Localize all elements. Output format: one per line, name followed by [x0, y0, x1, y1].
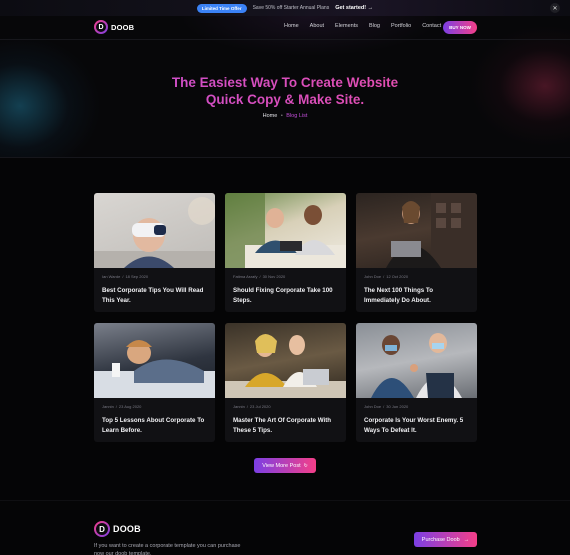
blog-thumbnail[interactable] [94, 323, 215, 398]
post-date: 23 Jul 2020 [249, 404, 271, 409]
blog-thumbnail[interactable] [225, 193, 346, 268]
post-title[interactable]: Best Corporate Tips You Will Read This Y… [102, 286, 207, 305]
purchase-button[interactable]: Purchase Doob → [414, 532, 477, 547]
main-nav: D DOOB Home About Elements Blog Portfoli… [0, 16, 570, 40]
post-author[interactable]: Jannin [233, 404, 245, 409]
blog-card[interactable]: Jannin/23 Jul 2020 Master The Art Of Cor… [225, 323, 346, 442]
footer-logo[interactable]: D DOOB [94, 521, 141, 537]
title-line-2: Quick Copy & Make Site. [205, 92, 365, 107]
post-title[interactable]: Should Fixing Corporate Take 100 Steps. [233, 286, 338, 305]
post-title[interactable]: Top 5 Lessons About Corporate To Learn B… [102, 416, 207, 435]
logo-letter: D [96, 22, 106, 32]
post-meta: Jannin/23 Jul 2020 [233, 404, 271, 409]
blog-grid: Ian Warde/18 Sep 2020 Best Corporate Tip… [94, 193, 477, 442]
breadcrumb: Home • Blog List [0, 113, 570, 119]
post-author[interactable]: John Doe [364, 404, 381, 409]
refresh-icon: ↻ [303, 462, 308, 469]
post-date: 18 Sep 2020 [125, 274, 149, 279]
view-more-button[interactable]: View More Post ↻ [254, 458, 316, 473]
nav-item-home[interactable]: Home [284, 23, 299, 29]
breadcrumb-separator: • [280, 113, 283, 119]
view-more-label: View More Post [262, 462, 301, 469]
post-title[interactable]: Corporate Is Your Worst Enemy. 5 Ways To… [364, 416, 469, 435]
post-author[interactable]: John Doe [364, 274, 381, 279]
two-women-laptop-photo [225, 334, 346, 398]
masked-greeting-photo [371, 333, 462, 398]
offer-badge: Limited Time Offer [196, 3, 247, 13]
post-title[interactable]: Master The Art Of Corporate With These 5… [233, 416, 338, 435]
logo-text: DOOB [113, 524, 141, 534]
vr-headset-photo [94, 197, 215, 268]
post-author[interactable]: Fatima Asrafy [233, 274, 257, 279]
arrow-right-icon: → [367, 5, 374, 11]
hero-section: D DOOB Home About Elements Blog Portfoli… [0, 16, 570, 158]
announcement-bar: Limited Time Offer Save 50% off Starter … [0, 0, 570, 16]
woman-laptop-photo [386, 193, 477, 268]
blog-card[interactable]: Ian Warde/18 Sep 2020 Best Corporate Tip… [94, 193, 215, 312]
logo-mark: D [94, 521, 110, 537]
breadcrumb-home[interactable]: Home [263, 113, 278, 119]
post-date: 12 Oct 2020 [386, 274, 409, 279]
post-meta: Jannin/23 Aug 2020 [102, 404, 142, 409]
close-icon[interactable]: ✕ [550, 3, 560, 13]
arrow-right-icon: → [463, 536, 470, 543]
breadcrumb-current: Blog List [286, 113, 308, 119]
nav-item-about[interactable]: About [310, 23, 324, 29]
blog-thumbnail[interactable] [356, 323, 477, 398]
footer-divider [0, 500, 570, 501]
nav-item-portfolio[interactable]: Portfolio [391, 23, 411, 29]
get-started-link[interactable]: Get started! → [335, 5, 373, 11]
blog-thumbnail[interactable] [356, 193, 477, 268]
title-line-1: The Easiest Way To Create Website [171, 75, 399, 90]
nav-item-elements[interactable]: Elements [335, 23, 358, 29]
blog-card[interactable]: Jannin/23 Aug 2020 Top 5 Lessons About C… [94, 323, 215, 442]
buy-now-button[interactable]: BUY NOW [443, 21, 477, 34]
logo[interactable]: D DOOB [94, 20, 134, 34]
purchase-label: Purchase Doob [421, 536, 460, 543]
nav-item-contact[interactable]: Contact [422, 23, 441, 29]
get-started-label: Get started! [335, 5, 367, 11]
post-meta: John Doe/30 Jun 2020 [364, 404, 409, 409]
blog-card[interactable]: John Doe/12 Oct 2020 The Next 100 Things… [356, 193, 477, 312]
post-date: 30 Jun 2020 [386, 404, 409, 409]
page-title: The Easiest Way To Create Website Quick … [0, 74, 570, 108]
blog-thumbnail[interactable] [225, 323, 346, 398]
footer-description: If you want to create a corporate templa… [94, 543, 241, 555]
post-meta: Ian Warde/18 Sep 2020 [102, 274, 149, 279]
post-title[interactable]: The Next 100 Things To Immediately Do Ab… [364, 286, 469, 305]
logo-text: DOOB [111, 22, 135, 32]
post-meta: Fatima Asrafy/30 Nov 2020 [233, 274, 286, 279]
post-date: 30 Nov 2020 [262, 274, 286, 279]
post-meta: John Doe/12 Oct 2020 [364, 274, 409, 279]
blog-card[interactable]: John Doe/30 Jun 2020 Corporate Is Your W… [356, 323, 477, 442]
engineer-blueprint-photo [94, 340, 215, 398]
blog-thumbnail[interactable] [94, 193, 215, 268]
post-date: 23 Aug 2020 [118, 404, 142, 409]
blog-card[interactable]: Fatima Asrafy/30 Nov 2020 Should Fixing … [225, 193, 346, 312]
post-author[interactable]: Ian Warde [102, 274, 120, 279]
nav-item-blog[interactable]: Blog [369, 23, 380, 29]
offer-text: Save 50% off Starter Annual Plans [252, 5, 330, 11]
post-author[interactable]: Jannin [102, 404, 114, 409]
logo-mark: D [94, 20, 108, 34]
logo-letter: D [96, 523, 108, 535]
nav-menu: Home About Elements Blog Portfolio Conta… [284, 23, 441, 29]
office-meeting-photo [225, 193, 346, 268]
